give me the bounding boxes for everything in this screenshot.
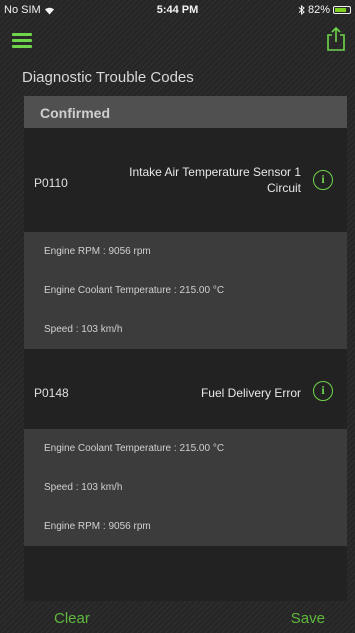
code-description: Fuel Delivery Error — [200, 386, 301, 400]
detail-item: Engine RPM : 9056 rpm — [44, 246, 151, 257]
code-details: Engine RPM : 9056 rpm Engine Coolant Tem… — [24, 232, 347, 349]
dtc-panel: Confirmed P0110 Intake Air Temperature S… — [24, 96, 347, 601]
bottom-toolbar: Clear Save — [0, 600, 355, 633]
status-right: 82% — [298, 4, 351, 16]
clear-button[interactable]: Clear — [54, 610, 90, 627]
page-title: Diagnostic Trouble Codes — [22, 69, 194, 86]
battery-fill — [335, 8, 346, 12]
detail-item: Speed : 103 km/h — [44, 482, 123, 493]
detail-item: Engine RPM : 9056 rpm — [44, 521, 151, 532]
status-bar: No SIM 5:44 PM 82% — [0, 0, 355, 20]
detail-item: Engine Coolant Temperature : 215.00 °C — [44, 443, 225, 454]
code-row[interactable]: P0110 Intake Air Temperature Sensor 1 Ci… — [24, 128, 347, 232]
battery-icon — [333, 6, 351, 14]
code-id: P0110 — [34, 176, 68, 190]
code-details: Engine Coolant Temperature : 215.00 °C S… — [24, 429, 347, 546]
code-row[interactable]: P0148 Fuel Delivery Error i Engine Coola… — [24, 349, 347, 546]
nav-bar — [0, 22, 355, 58]
section-header: Confirmed — [24, 96, 347, 128]
code-id: P0148 — [34, 386, 69, 400]
info-icon[interactable]: i — [313, 381, 333, 401]
bluetooth-icon — [298, 5, 305, 15]
code-description: Intake Air Temperature Sensor 1 Circuit — [129, 165, 301, 195]
share-icon[interactable] — [325, 26, 347, 52]
battery-percent: 82% — [307, 4, 330, 16]
detail-item: Speed : 103 km/h — [44, 324, 123, 335]
save-button[interactable]: Save — [291, 610, 325, 627]
info-icon[interactable]: i — [313, 170, 333, 190]
hamburger-menu-icon[interactable] — [12, 33, 32, 49]
detail-item: Engine Coolant Temperature : 215.00 °C — [44, 285, 225, 296]
